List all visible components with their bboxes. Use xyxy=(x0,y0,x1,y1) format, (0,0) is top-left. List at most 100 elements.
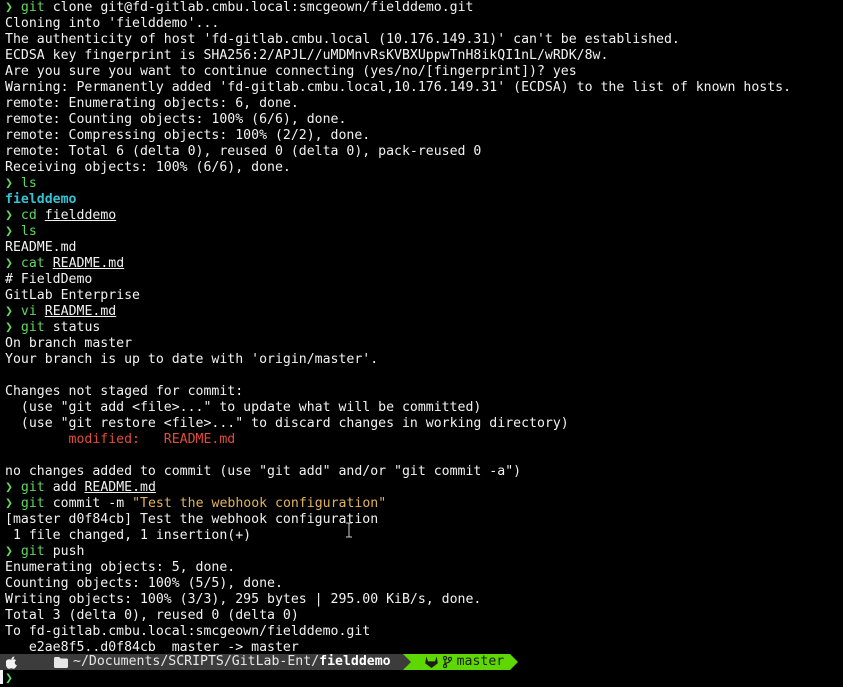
command-name: cd xyxy=(20,208,37,223)
cwd-segment: ~/Documents/SCRIPTS/GitLab-Ent/fielddemo xyxy=(36,654,403,670)
output-line: Warning: Permanently added 'fd-gitlab.cm… xyxy=(5,80,841,96)
output-line: To fd-gitlab.cmbu.local:smcgeown/fieldde… xyxy=(5,624,841,640)
command-line: ❯ git add README.md xyxy=(5,480,841,496)
prompt-symbol: ❯ xyxy=(5,671,13,686)
output-line: (use "git add <file>..." to update what … xyxy=(5,400,841,416)
directory-listing-entry: fielddemo xyxy=(5,192,841,208)
prompt-symbol: ❯ xyxy=(5,224,13,239)
git-segment: master xyxy=(410,654,511,670)
command-line: ❯ cat README.md xyxy=(5,256,841,272)
output-text: e2ae8f5..d0f84cb master -> master xyxy=(5,640,299,655)
command-name: git xyxy=(20,480,45,495)
output-text: Are you sure you want to continue connec… xyxy=(5,64,577,79)
command-line: ❯ git status xyxy=(5,320,841,336)
command-name: cat xyxy=(20,256,45,271)
output-line: GitLab Enterprise xyxy=(5,288,841,304)
output-line: Cloning into 'fielddemo'... xyxy=(5,16,841,32)
command-name: git xyxy=(20,320,45,335)
prompt-symbol: ❯ xyxy=(5,304,13,319)
command-line: ❯ git clone git@fd-gitlab.cmbu.local:smc… xyxy=(5,0,841,16)
output-text: Your branch is up to date with 'origin/m… xyxy=(5,352,379,367)
output-line: Enumerating objects: 5, done. xyxy=(5,560,841,576)
output-text: Cloning into 'fielddemo'... xyxy=(5,16,220,31)
command-line: ❯ ls xyxy=(5,224,841,240)
command-path-arg: README.md xyxy=(84,480,156,495)
output-line: README.md xyxy=(5,240,841,256)
output-text: README.md xyxy=(5,240,77,255)
output-line: On branch master xyxy=(5,336,841,352)
prompt-symbol: ❯ xyxy=(5,496,13,511)
output-text: fielddemo xyxy=(5,192,77,207)
output-line: [master d0f84cb] Test the webhook config… xyxy=(5,512,841,528)
output-text: On branch master xyxy=(5,336,133,351)
branch-icon xyxy=(442,656,452,668)
folder-icon xyxy=(54,656,68,668)
active-prompt[interactable]: ❯ xyxy=(5,671,13,687)
output-text: remote: Compressing objects: 100% (2/2),… xyxy=(5,128,371,143)
output-line: no changes added to commit (use "git add… xyxy=(5,464,841,480)
output-text: (use "git restore <file>..." to discard … xyxy=(5,416,569,431)
command-path-arg: fielddemo xyxy=(44,208,117,223)
command-name: git xyxy=(20,496,45,511)
modified-file-line: modified: README.md xyxy=(5,432,841,448)
prompt-statusbar: ~/Documents/SCRIPTS/GitLab-Ent/fielddemo… xyxy=(0,654,843,670)
apple-icon xyxy=(6,656,18,669)
output-text: Writing objects: 100% (3/3), 295 bytes |… xyxy=(5,592,482,607)
prompt-symbol: ❯ xyxy=(5,480,13,495)
segment-separator xyxy=(402,654,411,670)
output-text: # FieldDemo xyxy=(5,272,93,287)
output-text: Receiving objects: 100% (6/6), done. xyxy=(5,160,291,175)
output-text: (use "git add <file>..." to update what … xyxy=(5,400,482,415)
output-line: remote: Counting objects: 100% (6/6), do… xyxy=(5,112,841,128)
output-line: 1 file changed, 1 insertion(+) xyxy=(5,528,841,544)
command-arg: status xyxy=(52,320,101,335)
output-line: Are you sure you want to continue connec… xyxy=(5,64,841,80)
segment-separator xyxy=(28,654,36,670)
output-line: remote: Total 6 (delta 0), reused 0 (del… xyxy=(5,144,841,160)
output-line: Writing objects: 100% (3/3), 295 bytes |… xyxy=(5,592,841,608)
output-line: Your branch is up to date with 'origin/m… xyxy=(5,352,841,368)
output-text: Enumerating objects: 5, done. xyxy=(5,560,236,575)
output-text: [master d0f84cb] Test the webhook config… xyxy=(5,512,379,527)
cwd-path-prefix: ~/Documents/SCRIPTS/GitLab-Ent/ xyxy=(73,654,320,669)
command-arg: commit -m xyxy=(52,496,125,511)
output-text: Total 3 (delta 0), reused 0 (delta 0) xyxy=(5,608,299,623)
output-line: ECDSA key fingerprint is SHA256:2/APJL//… xyxy=(5,48,841,64)
output-text: Changes not staged for commit: xyxy=(5,384,244,399)
command-name: git xyxy=(20,544,45,559)
command-path-arg: README.md xyxy=(44,304,117,319)
prompt-symbol: ❯ xyxy=(5,176,13,191)
os-segment xyxy=(0,654,28,670)
command-arg: add xyxy=(52,480,77,495)
output-text: remote: Counting objects: 100% (6/6), do… xyxy=(5,112,347,127)
command-name: ls xyxy=(20,224,37,239)
command-name: ls xyxy=(20,176,37,191)
command-line: ❯ ls xyxy=(5,176,841,192)
command-arg: push xyxy=(52,544,85,559)
output-text: remote: Enumerating objects: 6, done. xyxy=(5,96,299,111)
command-line: ❯ git commit -m "Test the webhook config… xyxy=(5,496,841,512)
output-text: Counting objects: 100% (5/5), done. xyxy=(5,576,283,591)
output-text: remote: Total 6 (delta 0), reused 0 (del… xyxy=(5,144,482,159)
prompt-symbol: ❯ xyxy=(5,0,13,15)
output-line: Receiving objects: 100% (6/6), done. xyxy=(5,160,841,176)
segment-separator xyxy=(510,654,519,670)
output-line: remote: Compressing objects: 100% (2/2),… xyxy=(5,128,841,144)
command-string-arg: "Test the webhook configuration" xyxy=(132,496,387,511)
prompt-symbol: ❯ xyxy=(5,320,13,335)
terminal-output[interactable]: ❯ git clone git@fd-gitlab.cmbu.local:smc… xyxy=(5,0,841,656)
command-line: ❯ git push xyxy=(5,544,841,560)
output-text: The authenticity of host 'fd-gitlab.cmbu… xyxy=(5,32,680,47)
git-branch-name: master xyxy=(456,654,505,669)
command-name: git xyxy=(20,0,45,15)
output-line: The authenticity of host 'fd-gitlab.cmbu… xyxy=(5,32,841,48)
output-text: no changes added to commit (use "git add… xyxy=(5,464,522,479)
ibeam-cursor-icon xyxy=(346,522,352,538)
prompt-symbol: ❯ xyxy=(5,256,13,271)
command-line: ❯ cd fielddemo xyxy=(5,208,841,224)
output-text: Warning: Permanently added 'fd-gitlab.cm… xyxy=(5,80,792,95)
output-text: 1 file changed, 1 insertion(+) xyxy=(5,528,252,543)
output-text: To fd-gitlab.cmbu.local:smcgeown/fieldde… xyxy=(5,624,371,639)
